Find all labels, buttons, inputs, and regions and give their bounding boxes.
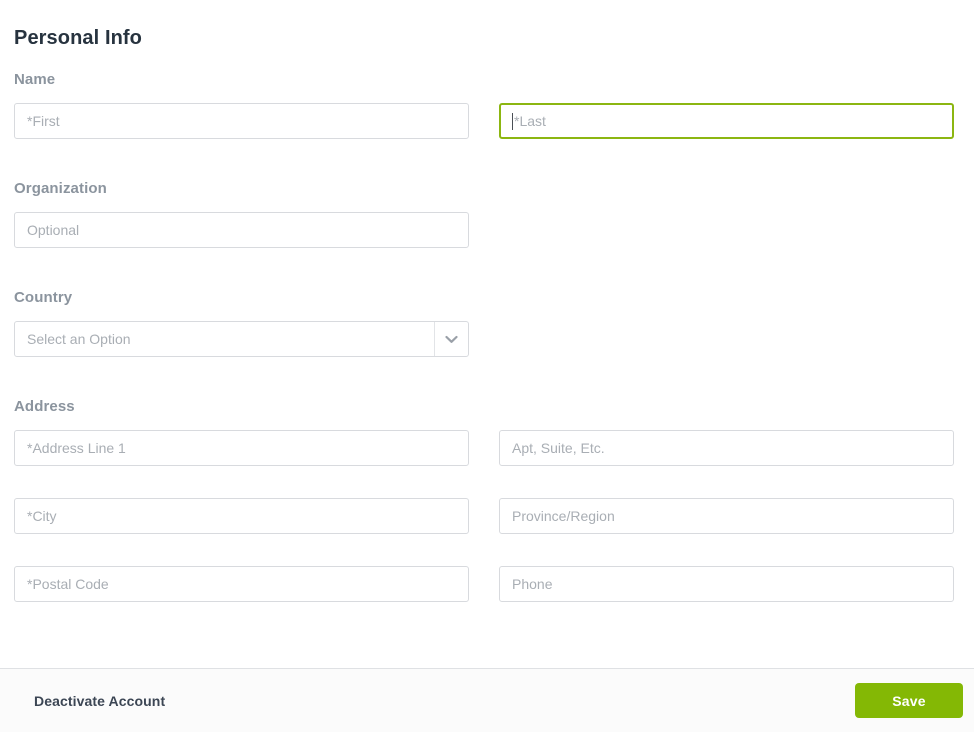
last-name-input[interactable]: *Last (499, 103, 954, 139)
postal-code-input[interactable]: *Postal Code (14, 566, 469, 602)
deactivate-account-link[interactable]: Deactivate Account (34, 693, 165, 709)
form-content: Personal Info Name *First *Last Organiza… (0, 0, 974, 668)
postal-code-placeholder: *Postal Code (27, 576, 109, 592)
city-input[interactable]: *City (14, 498, 469, 534)
organization-placeholder: Optional (27, 222, 80, 238)
organization-input[interactable]: Optional (14, 212, 469, 248)
apt-suite-placeholder: Apt, Suite, Etc. (512, 440, 605, 456)
country-section-label: Country (14, 289, 73, 306)
province-region-placeholder: Province/Region (512, 508, 615, 524)
phone-placeholder: Phone (512, 576, 553, 592)
phone-input[interactable]: Phone (499, 566, 954, 602)
city-placeholder: *City (27, 508, 57, 524)
first-name-placeholder: *First (27, 113, 60, 129)
organization-section-label: Organization (14, 180, 107, 197)
province-region-input[interactable]: Province/Region (499, 498, 954, 534)
country-select-value: Select an Option (27, 331, 131, 347)
chevron-down-icon[interactable] (434, 322, 468, 356)
address-section-label: Address (14, 398, 75, 415)
address-line-1-input[interactable]: *Address Line 1 (14, 430, 469, 466)
form-footer: Deactivate Account Save (0, 668, 974, 732)
personal-info-page: Personal Info Name *First *Last Organiza… (0, 0, 974, 732)
first-name-input[interactable]: *First (14, 103, 469, 139)
apt-suite-input[interactable]: Apt, Suite, Etc. (499, 430, 954, 466)
country-select[interactable]: Select an Option (14, 321, 469, 357)
page-title: Personal Info (14, 27, 142, 49)
text-caret (512, 112, 513, 130)
name-section-label: Name (14, 71, 56, 88)
address-line-1-placeholder: *Address Line 1 (27, 440, 126, 456)
last-name-placeholder: *Last (514, 113, 546, 129)
save-button[interactable]: Save (855, 683, 963, 718)
